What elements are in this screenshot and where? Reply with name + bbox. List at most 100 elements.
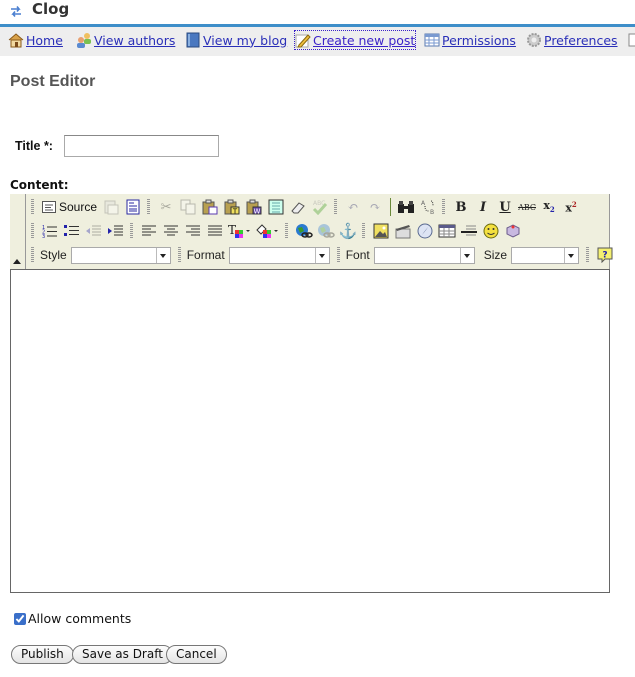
numbered-list-icon: 123: [42, 225, 57, 238]
nav-preferences[interactable]: Preferences: [526, 31, 618, 49]
overflow-nav-icon[interactable]: [628, 32, 635, 48]
italic-button[interactable]: I: [472, 197, 494, 217]
find-button[interactable]: [395, 197, 417, 217]
toolbar-grip[interactable]: [31, 199, 34, 215]
style-select[interactable]: [70, 246, 171, 264]
horizontal-rule-icon: [461, 225, 477, 236]
flash-button[interactable]: [392, 221, 414, 241]
paste-word-button[interactable]: W: [243, 197, 265, 217]
undo-button[interactable]: ↶: [342, 197, 364, 217]
gear-icon: [527, 33, 541, 47]
bulleted-list-button[interactable]: [61, 221, 83, 241]
background-color-button[interactable]: [254, 221, 282, 241]
style-label: Style: [40, 248, 67, 262]
svg-text:?: ?: [602, 251, 607, 261]
paste-button[interactable]: [199, 197, 221, 217]
nav-permissions-label: Permissions: [442, 32, 516, 48]
superscript-button[interactable]: x2: [560, 197, 582, 217]
title-label: Title *:: [15, 139, 53, 153]
nav-create-new-post[interactable]: Create new post: [293, 30, 417, 50]
select-all-button[interactable]: [265, 197, 287, 217]
align-center-icon: [164, 225, 178, 236]
cancel-button[interactable]: Cancel: [166, 645, 227, 664]
text-color-button[interactable]: T: [226, 221, 254, 241]
svg-text:A: A: [421, 200, 426, 207]
save-doc-button[interactable]: [100, 197, 122, 217]
align-left-button[interactable]: [138, 221, 160, 241]
toolbar-separator: [130, 223, 133, 239]
toolbar-grip[interactable]: [31, 247, 34, 263]
subscript-icon: x2: [543, 199, 555, 215]
spellcheck-button[interactable]: ABC: [309, 197, 331, 217]
image-icon: [373, 223, 389, 239]
source-icon: [42, 201, 56, 213]
nav-view-authors[interactable]: View authors: [76, 31, 175, 49]
page-title: Post Editor: [10, 73, 96, 90]
toolbar-separator: [586, 247, 590, 263]
svg-text:T: T: [228, 223, 236, 237]
justify-button[interactable]: [204, 221, 226, 241]
paste-text-button[interactable]: T: [221, 197, 243, 217]
smiley-icon: [483, 223, 499, 239]
source-button[interactable]: Source: [39, 197, 100, 217]
toolbar-grip[interactable]: [31, 223, 34, 239]
toolbar-separator: [147, 199, 151, 215]
subscript-button[interactable]: x2: [538, 197, 560, 217]
size-label: Size: [483, 248, 508, 262]
underline-button[interactable]: U: [494, 197, 516, 217]
horizontal-rule-button[interactable]: [458, 221, 480, 241]
link-button[interactable]: [293, 221, 315, 241]
replace-button[interactable]: AB: [417, 197, 439, 217]
nav-home[interactable]: Home: [8, 31, 63, 49]
toolbar-divider: [390, 198, 392, 216]
nav-view-my-blog[interactable]: View my blog: [185, 31, 287, 49]
size-select[interactable]: [511, 246, 580, 264]
outdent-icon: [86, 225, 101, 236]
decrease-indent-button[interactable]: [83, 221, 105, 241]
table-button[interactable]: [436, 221, 458, 241]
redo-button[interactable]: ↷: [364, 197, 386, 217]
save-as-draft-button[interactable]: Save as Draft: [72, 645, 173, 664]
image-button[interactable]: [370, 221, 392, 241]
nav-view-authors-label: View authors: [94, 32, 176, 48]
align-right-button[interactable]: [182, 221, 204, 241]
bold-button[interactable]: B: [450, 197, 472, 217]
svg-text:B: B: [430, 209, 434, 215]
unlink-button[interactable]: [315, 221, 337, 241]
smiley-button[interactable]: [480, 221, 502, 241]
collapse-toolbar-icon[interactable]: [13, 259, 21, 264]
new-page-button[interactable]: [122, 197, 144, 217]
editor-content-area[interactable]: [10, 269, 610, 593]
anchor-button[interactable]: ⚓: [337, 221, 359, 241]
nav-permissions[interactable]: Permissions: [424, 31, 516, 49]
toolbar-separator: [285, 223, 288, 239]
allow-comments-label: Allow comments: [28, 611, 132, 626]
align-center-button[interactable]: [160, 221, 182, 241]
replace-icon: AB: [421, 200, 434, 215]
title-input[interactable]: [64, 135, 219, 157]
toolbar-separator: [336, 247, 340, 263]
format-select[interactable]: [228, 246, 330, 264]
redo-icon: ↷: [369, 199, 381, 215]
underline-icon: U: [499, 199, 511, 215]
font-select[interactable]: [373, 246, 475, 264]
about-button[interactable]: ?: [594, 245, 616, 265]
increase-indent-button[interactable]: [105, 221, 127, 241]
cut-button[interactable]: ✂: [155, 197, 177, 217]
special-char-button[interactable]: [502, 221, 524, 241]
align-left-icon: [142, 225, 156, 236]
remove-format-button[interactable]: [287, 197, 309, 217]
superscript-icon: x2: [565, 199, 577, 215]
app-header: Clog: [0, 0, 635, 24]
toolbar-separator: [362, 223, 365, 239]
copy-button[interactable]: [177, 197, 199, 217]
publish-button[interactable]: Publish: [11, 645, 74, 664]
allow-comments-checkbox[interactable]: [14, 612, 26, 625]
strikethrough-button[interactable]: ABC: [516, 197, 538, 217]
scissors-icon: ✂: [160, 199, 172, 215]
allow-comments-row[interactable]: Allow comments: [14, 611, 131, 626]
special-button[interactable]: [414, 221, 436, 241]
bulleted-list-icon: [64, 225, 79, 236]
anchor-icon: ⚓: [338, 222, 358, 240]
numbered-list-button[interactable]: 123: [39, 221, 61, 241]
